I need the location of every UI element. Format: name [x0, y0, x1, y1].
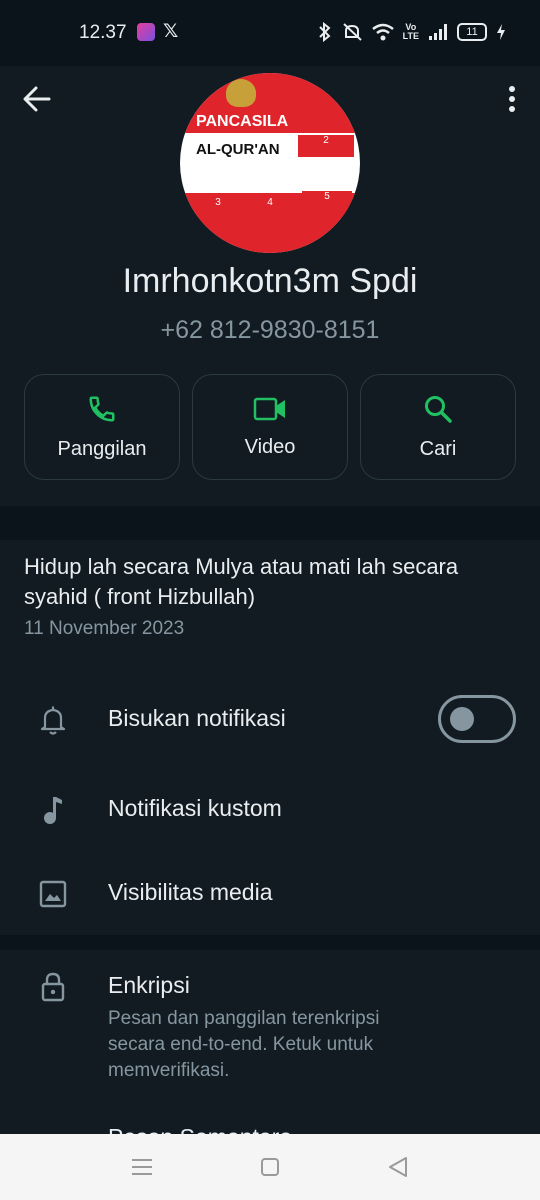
lock-icon: [38, 972, 68, 1002]
charging-icon: [497, 24, 505, 40]
signal-icon: [429, 24, 447, 40]
wifi-icon: [371, 23, 394, 41]
image-icon: [38, 879, 68, 909]
profile-photo[interactable]: PANCASILA AL-QUR'AN 2 3 4 5: [180, 73, 360, 253]
mute-notifications-row[interactable]: Bisukan notifikasi: [0, 680, 540, 760]
video-call-button[interactable]: Video: [192, 374, 348, 480]
media-visibility-label: Visibilitas media: [108, 879, 273, 905]
custom-notifications-row[interactable]: Notifikasi kustom: [0, 770, 540, 850]
recents-button[interactable]: [128, 1154, 156, 1180]
back-nav-button[interactable]: [384, 1154, 412, 1180]
avatar-cell: 3: [198, 197, 238, 223]
more-vertical-icon: [509, 86, 515, 112]
music-note-icon: [38, 795, 68, 825]
custom-notifications-label: Notifikasi kustom: [108, 795, 282, 821]
encryption-section[interactable]: Enkripsi Pesan dan panggilan terenkripsi…: [0, 950, 540, 1150]
about-section[interactable]: Hidup lah secara Mulya atau mati lah sec…: [0, 540, 540, 660]
search-button[interactable]: Cari: [360, 374, 516, 480]
contact-phone: +62 812-9830-8151: [160, 316, 380, 344]
avatar-title: PANCASILA: [196, 113, 289, 130]
menu-icon: [132, 1159, 152, 1175]
bell-icon: [38, 705, 68, 735]
x-notification-icon: 𝕏: [163, 21, 179, 42]
arrow-left-icon: [23, 86, 51, 112]
avatar-subtitle: AL-QUR'AN: [196, 141, 280, 158]
search-label: Cari: [419, 437, 457, 460]
avatar-cell: 2: [298, 135, 354, 157]
search-icon: [425, 395, 452, 423]
home-button[interactable]: [256, 1154, 284, 1180]
avatar-cell: 4: [242, 197, 298, 223]
mute-notifications-label: Bisukan notifikasi: [108, 705, 286, 731]
bluetooth-icon: [318, 22, 331, 42]
video-label: Video: [244, 435, 296, 458]
about-text: Hidup lah secara Mulya atau mati lah sec…: [24, 554, 459, 609]
section-divider: [0, 935, 540, 950]
section-divider: [0, 506, 540, 540]
call-button[interactable]: Panggilan: [24, 374, 180, 480]
battery-icon: 11: [457, 23, 487, 41]
encryption-description: Pesan dan panggilan terenkripsi secara e…: [108, 1008, 380, 1081]
contact-name: Imrhonkotn3m Spdi: [122, 262, 418, 300]
call-label: Panggilan: [57, 437, 147, 460]
status-icons: Vo LTE 11: [318, 22, 506, 42]
toggle-knob: [450, 707, 474, 731]
volte-icon: Vo LTE: [403, 23, 419, 41]
status-time: 12.37: [79, 22, 127, 43]
notification-settings: Bisukan notifikasi Notifikasi kustom Vis…: [0, 660, 540, 935]
garuda-emblem-icon: [226, 79, 256, 107]
mute-notifications-toggle[interactable]: [438, 695, 516, 743]
action-buttons: Panggilan Video Cari: [24, 374, 516, 480]
profile-header: PANCASILA AL-QUR'AN 2 3 4 5 Imrhonkotn3m…: [0, 66, 540, 506]
triangle-back-icon: [389, 1157, 407, 1177]
avatar-cell: 5: [302, 191, 352, 217]
phone-icon: [89, 396, 115, 422]
status-bar: 12.37 𝕏 Vo LTE 11: [0, 0, 540, 66]
square-icon: [261, 1158, 279, 1176]
back-button[interactable]: [20, 82, 54, 116]
about-date: 11 November 2023: [24, 618, 185, 639]
media-visibility-row[interactable]: Visibilitas media: [0, 854, 540, 934]
video-icon: [253, 397, 285, 420]
volte-bottom: LTE: [402, 31, 419, 41]
system-nav-bar: [0, 1134, 540, 1200]
mute-icon: [342, 23, 362, 41]
more-options-button[interactable]: [502, 82, 522, 116]
app-notification-icon: [137, 23, 155, 41]
encryption-title: Enkripsi: [108, 972, 190, 998]
